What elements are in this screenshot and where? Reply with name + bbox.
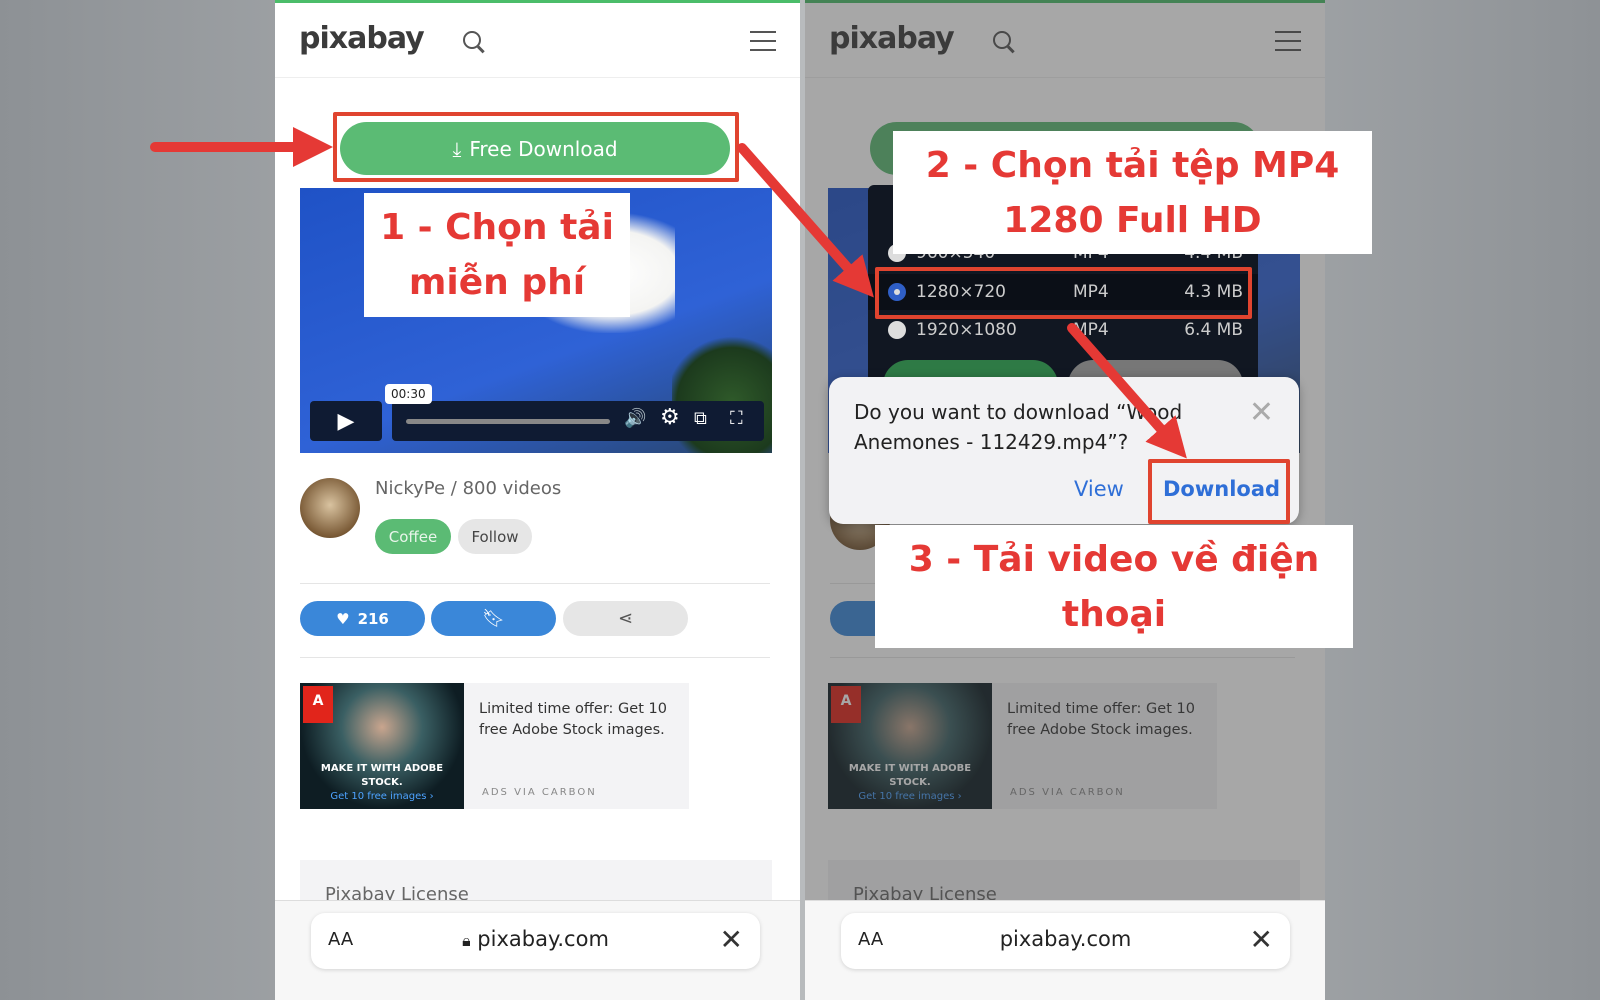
- arrow-step3: [1067, 323, 1187, 459]
- arrow-step2: [737, 143, 874, 298]
- annotation-arrows: [150, 127, 1187, 459]
